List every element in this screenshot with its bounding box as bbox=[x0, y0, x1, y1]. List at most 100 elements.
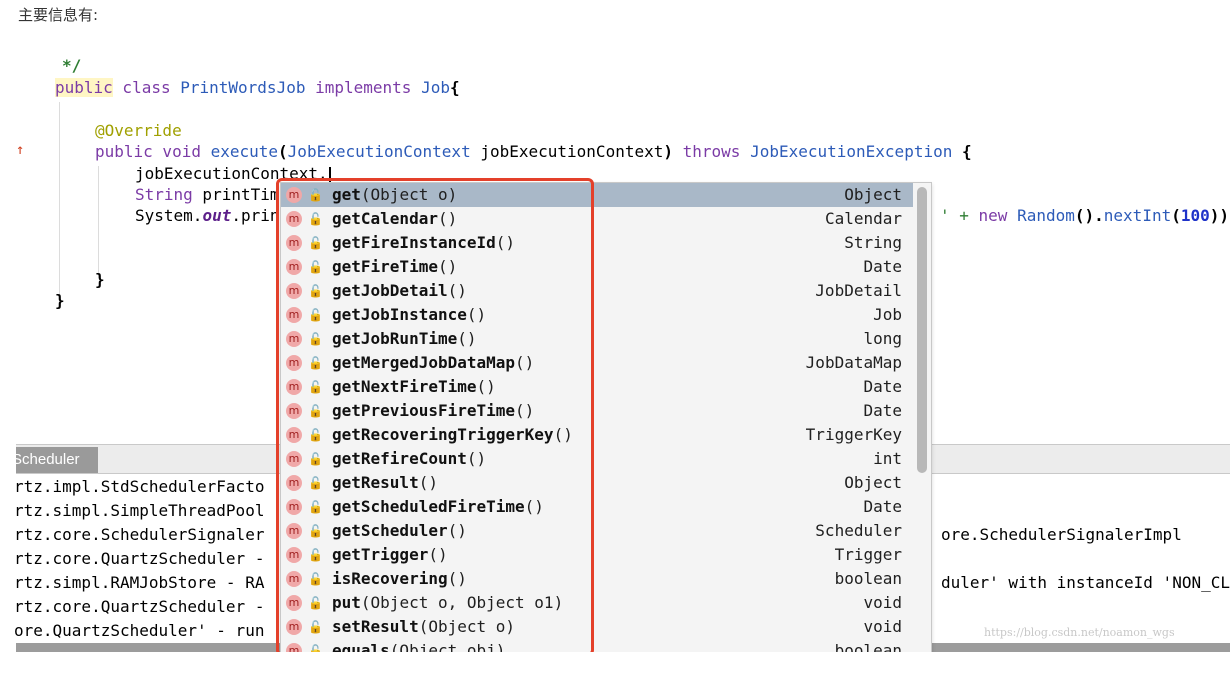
completion-params: () bbox=[466, 305, 487, 324]
kw-public: public bbox=[55, 78, 113, 97]
completion-params: () bbox=[515, 401, 535, 420]
method-icon: m bbox=[286, 355, 302, 371]
completion-params: () bbox=[553, 425, 573, 444]
console-line-right: ore.SchedulerSignalerImpl bbox=[941, 525, 1182, 544]
completion-item[interactable]: m 🔓 getTrigger() Trigger bbox=[281, 543, 913, 567]
completion-signature: getFireTime() bbox=[332, 255, 457, 279]
completion-return-type: TriggerKey bbox=[805, 425, 902, 444]
completion-item[interactable]: m 🔓 getScheduledFireTime() Date bbox=[281, 495, 913, 519]
completion-item[interactable]: m 🔓 getRefireCount() int bbox=[281, 447, 913, 471]
completion-item[interactable]: m 🔓 getScheduler() Scheduler bbox=[281, 519, 913, 543]
watermark: https://blog.csdn.net/noamon_wgs bbox=[984, 626, 1175, 639]
completion-return-type: Date bbox=[863, 377, 902, 396]
out-field: out bbox=[202, 206, 232, 225]
method-icon: m bbox=[286, 643, 302, 652]
method-icon: m bbox=[286, 307, 302, 323]
method-brace: { bbox=[952, 142, 972, 161]
completion-method-name: getJobInstance bbox=[332, 305, 467, 324]
string-var: printTim bbox=[192, 185, 280, 204]
completion-item[interactable]: m 🔓 getNextFireTime() Date bbox=[281, 375, 913, 399]
context-text: jobExecutionContext. bbox=[135, 164, 328, 183]
public-access-icon: 🔓 bbox=[308, 476, 323, 490]
tail-paren2: ( bbox=[1171, 206, 1181, 225]
completion-method-name: getRefireCount bbox=[332, 449, 467, 468]
completion-item[interactable]: m 🔓 getJobDetail() JobDetail bbox=[281, 279, 913, 303]
override-annotation: @Override bbox=[95, 121, 182, 141]
console-line: rtz.core.QuartzScheduler - bbox=[14, 549, 265, 568]
completion-return-type: JobDataMap bbox=[805, 353, 902, 372]
completion-item[interactable]: m 🔓 getMergedJobDataMap() JobDataMap bbox=[281, 351, 913, 375]
public-access-icon: 🔓 bbox=[308, 500, 323, 514]
completion-return-type: JobDetail bbox=[815, 281, 902, 300]
completion-scrollbar-thumb[interactable] bbox=[917, 187, 927, 473]
method-name: execute bbox=[210, 142, 279, 161]
tail-quote: ' + bbox=[940, 206, 979, 225]
ide-screenshot: */ public class PrintWordsJob implements… bbox=[0, 46, 1230, 652]
method-declaration[interactable]: public void execute(JobExecutionContext … bbox=[95, 142, 972, 162]
method-icon: m bbox=[286, 499, 302, 515]
completion-item[interactable]: m 🔓 getJobRunTime() long bbox=[281, 327, 913, 351]
public-access-icon: 🔓 bbox=[308, 620, 323, 634]
completion-item[interactable]: m 🔓 put(Object o, Object o1) void bbox=[281, 591, 913, 615]
completion-params: () bbox=[476, 377, 496, 396]
console-tab-scheduler[interactable]: Scheduler bbox=[16, 447, 98, 473]
completion-return-type: Calendar bbox=[824, 209, 902, 228]
completion-method-name: getPreviousFireTime bbox=[332, 401, 516, 420]
method-icon: m bbox=[286, 331, 302, 347]
inner-brace: } bbox=[95, 270, 105, 289]
completion-return-type: void bbox=[863, 593, 902, 612]
completion-signature: getTrigger() bbox=[332, 543, 448, 567]
completion-params: () bbox=[515, 353, 535, 372]
class-name: PrintWordsJob bbox=[180, 78, 306, 97]
indent-guide-inner bbox=[98, 166, 99, 278]
param-type: JobExecutionContext bbox=[287, 142, 471, 161]
completion-signature: getCalendar() bbox=[332, 207, 457, 231]
completion-method-name: equals bbox=[332, 641, 390, 652]
kw-throws: throws bbox=[673, 142, 751, 161]
print-text: .prin bbox=[231, 206, 280, 225]
completion-params: () bbox=[457, 329, 477, 348]
completion-return-type: Date bbox=[863, 401, 902, 420]
completion-item[interactable]: m 🔓 getFireTime() Date bbox=[281, 255, 913, 279]
completion-return-type: Date bbox=[863, 497, 902, 516]
tail-paren3: )) bbox=[1209, 206, 1230, 225]
completion-return-type: String bbox=[844, 233, 902, 252]
override-gutter-icon[interactable]: ↑ bbox=[16, 142, 28, 158]
public-access-icon: 🔓 bbox=[308, 284, 323, 298]
completion-return-type: int bbox=[873, 449, 902, 468]
completion-item[interactable]: m 🔓 getCalendar() Calendar bbox=[281, 207, 913, 231]
completion-signature: getResult() bbox=[332, 471, 438, 495]
completion-item[interactable]: m 🔓 getRecoveringTriggerKey() TriggerKey bbox=[281, 423, 913, 447]
code-completion-popup[interactable]: m 🔓 get(Object o) Object m 🔓 getCalendar() Cale… bbox=[280, 182, 932, 652]
completion-signature: getFireInstanceId() bbox=[332, 231, 515, 255]
completion-signature: isRecovering() bbox=[332, 567, 467, 591]
completion-item[interactable]: m 🔓 getJobInstance() Job bbox=[281, 303, 913, 327]
code-line-context[interactable]: jobExecutionContext. bbox=[135, 164, 328, 184]
public-access-icon: 🔓 bbox=[308, 596, 323, 610]
kw-new: new bbox=[978, 206, 1008, 225]
completion-item[interactable]: m 🔓 equals(Object obj) boolean bbox=[281, 639, 913, 652]
completion-item[interactable]: m 🔓 isRecovering() boolean bbox=[281, 567, 913, 591]
completion-item[interactable]: m 🔓 getPreviousFireTime() Date bbox=[281, 399, 913, 423]
completion-item[interactable]: m 🔓 setResult(Object o) void bbox=[281, 615, 913, 639]
completion-item[interactable]: m 🔓 get(Object o) Object bbox=[281, 183, 913, 207]
console-line: rtz.core.QuartzScheduler - bbox=[14, 597, 265, 616]
class-declaration[interactable]: public class PrintWordsJob implements Jo… bbox=[55, 78, 460, 98]
public-access-icon: 🔓 bbox=[308, 548, 323, 562]
string-type: String bbox=[135, 185, 193, 204]
completion-signature: getScheduledFireTime() bbox=[332, 495, 544, 519]
completion-method-name: getJobRunTime bbox=[332, 329, 458, 348]
comment-end: */ bbox=[62, 56, 81, 76]
method-icon: m bbox=[286, 211, 302, 227]
completion-item[interactable]: m 🔓 getFireInstanceId() String bbox=[281, 231, 913, 255]
method-icon: m bbox=[286, 187, 302, 203]
public-access-icon: 🔓 bbox=[308, 524, 323, 538]
code-line-string[interactable]: String printTim bbox=[135, 185, 280, 205]
method-close-brace: } bbox=[95, 270, 105, 290]
code-line-system-out[interactable]: System.out.prin bbox=[135, 206, 280, 226]
paren-close: ) bbox=[663, 142, 673, 161]
completion-item[interactable]: m 🔓 getResult() Object bbox=[281, 471, 913, 495]
completion-return-type: boolean bbox=[834, 641, 902, 652]
public-access-icon: 🔓 bbox=[308, 404, 323, 418]
public-access-icon: 🔓 bbox=[308, 356, 323, 370]
